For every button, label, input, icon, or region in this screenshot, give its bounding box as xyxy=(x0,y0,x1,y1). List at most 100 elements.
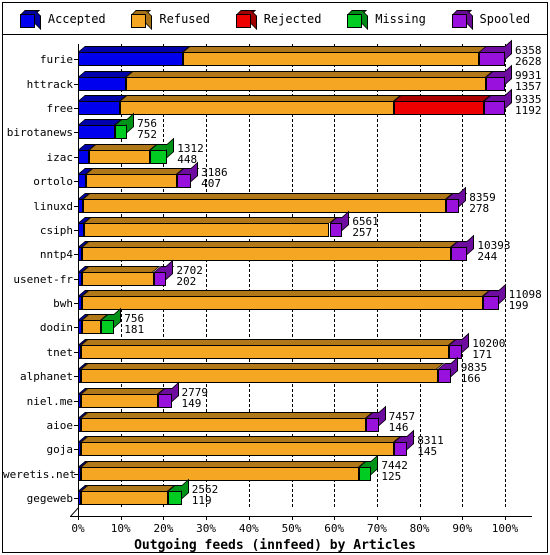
y-axis-label-izac: izac xyxy=(46,150,74,164)
bar-segment-spooled[interactable] xyxy=(176,174,192,189)
bar-segment-refused[interactable] xyxy=(81,344,450,359)
bar-segment-spooled[interactable] xyxy=(157,393,172,408)
x-axis-tick xyxy=(120,516,122,520)
x-axis-tick xyxy=(419,516,421,520)
bar-secondary-value: 181 xyxy=(124,323,145,337)
bar-segment-missing[interactable] xyxy=(167,491,182,505)
bar-row[interactable]: 756 752 xyxy=(78,113,524,140)
bar-segment-spooled[interactable] xyxy=(479,52,505,67)
bar-segment-accepted[interactable] xyxy=(78,76,126,91)
y-axis-tick xyxy=(74,205,79,207)
y-axis-tick xyxy=(74,351,79,353)
legend-item-missing[interactable]: Missing xyxy=(347,9,426,30)
bar-row[interactable]: 8311 145 xyxy=(78,429,524,459)
y-axis-label-linuxd: linuxd xyxy=(33,199,73,213)
bar-segment-refused[interactable] xyxy=(125,76,486,91)
bar-segment-side-face xyxy=(166,259,174,280)
bar-segment-missing[interactable] xyxy=(100,320,115,335)
bar-segment-refused[interactable] xyxy=(80,393,158,408)
bar-segment-spooled[interactable] xyxy=(329,222,343,237)
bar-segment-accepted[interactable] xyxy=(78,125,116,140)
bar-value-label: 6561 257 xyxy=(352,216,379,238)
bar-secondary-value: 119 xyxy=(191,494,212,507)
x-axis-tick xyxy=(462,516,464,520)
bar-segment-refused[interactable] xyxy=(80,417,366,432)
x-axis-tick xyxy=(206,516,208,520)
bar-segment-spooled[interactable] xyxy=(449,344,463,359)
x-axis-title: Outgoing feeds (innfeed) by Articles xyxy=(134,538,416,553)
bar-segment-spooled[interactable] xyxy=(483,101,505,116)
bar-row[interactable]: 3186 407 xyxy=(78,161,524,189)
bar-value-label: 2779 149 xyxy=(182,387,209,409)
legend-item-accepted[interactable]: Accepted xyxy=(19,9,106,30)
bar-segment-accepted[interactable] xyxy=(78,174,86,189)
bar-segment-spooled[interactable] xyxy=(451,247,468,262)
legend-item-rejected[interactable]: Rejected xyxy=(235,9,322,30)
bar-row[interactable]: 2779 149 xyxy=(78,381,524,409)
bar-segment-refused[interactable] xyxy=(83,222,330,237)
bar-segment-refused[interactable] xyxy=(85,174,177,189)
bar-segment-spooled[interactable] xyxy=(153,271,167,286)
y-axis-tick xyxy=(74,254,79,256)
bar-row[interactable]: 7457 146 xyxy=(78,405,524,433)
bar-segment-refused[interactable] xyxy=(80,442,394,457)
bar-secondary-value: 145 xyxy=(417,445,438,459)
bar-segment-refused[interactable] xyxy=(81,296,483,311)
bar-segment-refused[interactable] xyxy=(82,247,452,262)
bar-segment-spooled[interactable] xyxy=(365,417,379,432)
bar-segment-refused[interactable] xyxy=(82,198,446,213)
bar-row[interactable]: 6561 257 xyxy=(78,210,524,238)
y-axis-tick xyxy=(74,498,79,499)
bar-row[interactable]: 8359 278 xyxy=(78,186,524,214)
bar-secondary-value: 199 xyxy=(508,299,529,313)
bar-segment-refused[interactable] xyxy=(80,491,168,505)
bar-row[interactable]: 9835 166 xyxy=(78,356,524,384)
y-axis-label-usenet-fr: usenet-fr xyxy=(13,272,73,286)
bar-segment-refused[interactable] xyxy=(182,52,480,67)
bar-row[interactable]: 1312 448 xyxy=(78,137,524,165)
legend-item-refused[interactable]: Refused xyxy=(131,9,210,30)
bar-secondary-value: 1357 xyxy=(515,79,542,93)
bar-segment-accepted[interactable] xyxy=(78,149,90,164)
legend-item-label: Accepted xyxy=(47,11,106,26)
bar-row[interactable]: 9335 1192 xyxy=(78,88,542,116)
legend-item-spooled[interactable]: Spooled xyxy=(451,9,530,30)
bar-segment-refused[interactable] xyxy=(120,101,394,116)
bar-row[interactable]: 2562 119 xyxy=(78,478,524,507)
y-axis-tick xyxy=(74,424,79,426)
bar-segment-refused[interactable] xyxy=(80,466,359,481)
bar-segment-refused[interactable] xyxy=(81,369,438,384)
bar-row[interactable]: 6358 2628 xyxy=(78,40,542,67)
bar-segment-side-face xyxy=(171,381,179,402)
bar-segment-side-face xyxy=(167,137,175,158)
bar-secondary-value: 2628 xyxy=(515,55,542,69)
bar-row[interactable]: 756 181 xyxy=(78,308,524,337)
bar-segment-refused[interactable] xyxy=(89,149,151,164)
bar-row[interactable]: 11098 199 xyxy=(78,283,542,311)
bar-row[interactable]: 2702 202 xyxy=(78,259,524,287)
bar-segment-accepted[interactable] xyxy=(78,52,183,67)
bar-segment-spooled[interactable] xyxy=(445,198,460,213)
bar-segment-missing[interactable] xyxy=(358,466,372,481)
bar-segment-accepted[interactable] xyxy=(78,101,121,116)
bar-secondary-value: 125 xyxy=(381,469,402,483)
bar-row[interactable]: 7442 125 xyxy=(78,454,524,483)
y-axis-tick xyxy=(74,400,79,402)
y-axis-tick xyxy=(74,473,79,475)
bar-segment-side-face xyxy=(462,332,470,353)
bar-segment-rejected[interactable] xyxy=(393,101,484,116)
x-axis-tick-label: 20% xyxy=(153,522,174,535)
y-axis-label-niel-me: niel.me xyxy=(26,394,73,408)
bar-segment-spooled[interactable] xyxy=(437,369,451,384)
bar-segment-spooled[interactable] xyxy=(485,76,505,91)
bar-segment-missing[interactable] xyxy=(115,125,128,140)
bar-segment-refused[interactable] xyxy=(81,320,101,335)
bar-segment-side-face xyxy=(498,283,506,305)
bar-segment-missing[interactable] xyxy=(150,149,168,164)
bar-row[interactable]: 10393 244 xyxy=(78,235,524,262)
bar-row[interactable]: 9931 1357 xyxy=(78,64,542,92)
bar-segment-refused[interactable] xyxy=(82,271,154,286)
y-axis-label-aioe: aioe xyxy=(46,418,74,432)
bar-segment-spooled[interactable] xyxy=(482,296,499,311)
bar-segment-spooled[interactable] xyxy=(393,442,408,457)
